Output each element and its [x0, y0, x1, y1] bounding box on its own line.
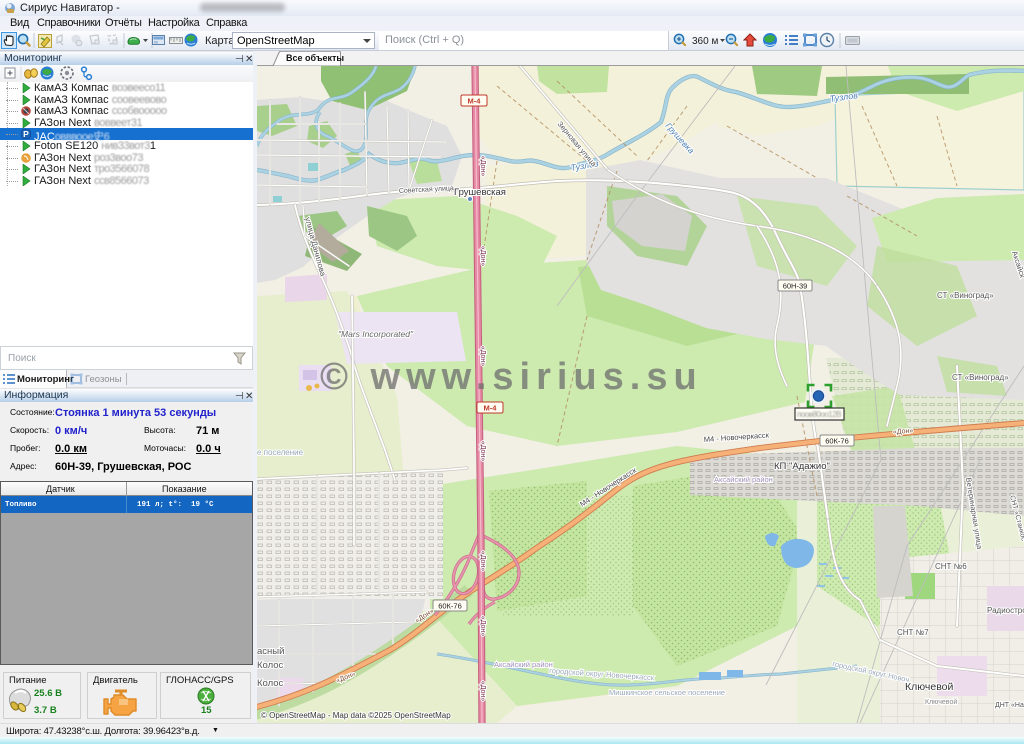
svg-text:Ключевой: Ключевой [905, 681, 953, 693]
svg-text:60Н-39: 60Н-39 [783, 282, 808, 291]
svg-text:60К-76: 60К-76 [825, 437, 849, 446]
svg-text:Мишкинское сельское поселение: Мишкинское сельское поселение [609, 688, 725, 697]
svg-text:КП "Адажио": КП "Адажио" [774, 461, 830, 472]
svg-text:Ключевой: Ключевой [925, 698, 957, 706]
svg-text:Аксайский район: Аксайский район [494, 660, 553, 669]
svg-text:СТ «Виноград»: СТ «Виноград» [952, 373, 1009, 382]
svg-text:P: P [23, 130, 29, 140]
svg-text:«Дон»: «Дон» [479, 616, 486, 636]
svg-text:асный: асный [257, 646, 284, 657]
svg-text:ДНТ «На: ДНТ «На [995, 702, 1024, 709]
svg-text:СТ «Виноград»: СТ «Виноград» [937, 291, 994, 300]
svg-text:© OpenStreetMap - Map data ©20: © OpenStreetMap - Map data ©2025 OpenStr… [261, 711, 451, 720]
svg-text:СНТ №7: СНТ №7 [897, 628, 929, 637]
svg-text:Колос: Колос [257, 660, 284, 671]
svg-text:Аксайский район: Аксайский район [714, 475, 773, 484]
svg-text:"Mars Incorporated": "Mars Incorporated" [338, 329, 414, 339]
svg-text:«Дон»: «Дон» [479, 551, 486, 571]
svg-text:СНТ №6: СНТ №6 [935, 562, 967, 571]
svg-text:Грушевская: Грушевская [454, 187, 506, 198]
svg-text:«Дон»: «Дон» [479, 441, 486, 461]
svg-text:поов80оо12В: поов80оо12В [797, 410, 841, 419]
svg-text:Колос: Колос [257, 678, 284, 689]
svg-text:е поселение: е поселение [257, 448, 304, 457]
svg-text:Радиостро: Радиостро [987, 606, 1024, 615]
svg-text:«Дон»: «Дон» [893, 428, 914, 436]
svg-text:М-4: М-4 [468, 97, 482, 106]
svg-text:© www.sirius.su: © www.sirius.su [320, 356, 703, 398]
svg-text:«Дон»: «Дон» [479, 681, 486, 701]
svg-text:60К-76: 60К-76 [438, 602, 462, 611]
svg-text:«Дон»: «Дон» [479, 246, 486, 266]
svg-text:«Дон»: «Дон» [479, 156, 486, 176]
svg-text:М-4: М-4 [484, 404, 498, 413]
